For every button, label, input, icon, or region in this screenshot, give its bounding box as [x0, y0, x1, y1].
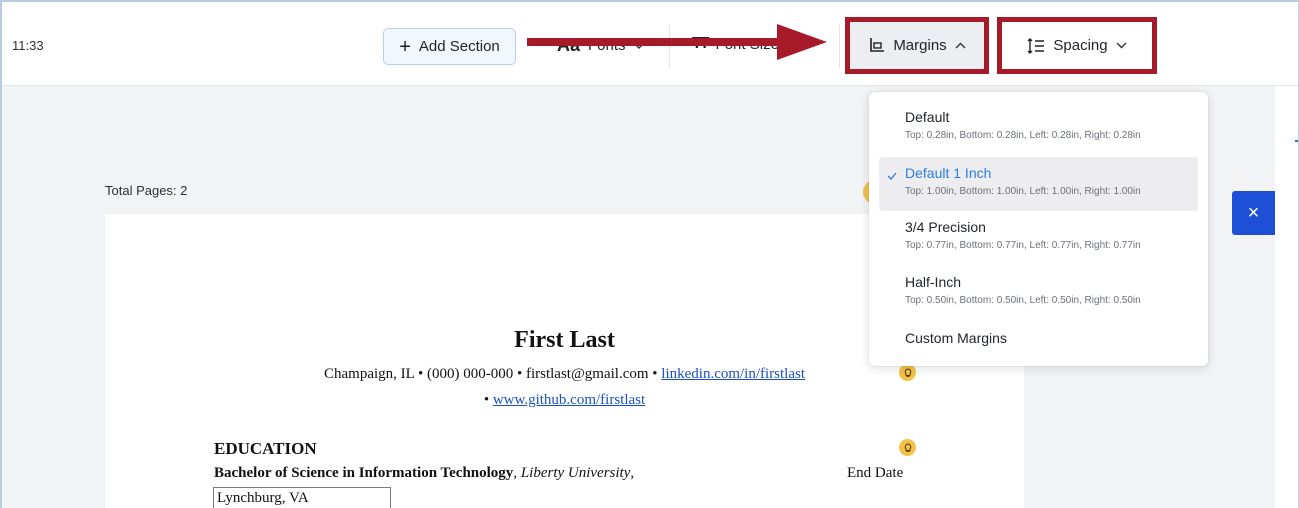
- option-title: Default 1 Inch: [905, 165, 992, 181]
- option-detail: Top: 0.50in, Bottom: 0.50in, Left: 0.50i…: [905, 295, 1141, 306]
- spacing-label: Spacing: [1053, 37, 1108, 54]
- option-detail: Top: 0.77in, Bottom: 0.77in, Left: 0.77i…: [905, 240, 1141, 251]
- lightbulb-icon[interactable]: [899, 364, 916, 381]
- add-section-button[interactable]: + Add Section: [383, 28, 516, 65]
- option-detail: Top: 0.28in, Bottom: 0.28in, Left: 0.28i…: [905, 130, 1141, 141]
- margins-icon: [870, 38, 885, 52]
- margins-label: Margins: [893, 37, 947, 54]
- margins-button[interactable]: Margins: [845, 17, 989, 74]
- university-separator: ,: [630, 465, 635, 481]
- linkedin-link[interactable]: linkedin.com/in/firstlast: [661, 366, 805, 382]
- annotation-arrow-icon: [527, 24, 827, 60]
- margin-option-custom[interactable]: Custom Margins: [879, 330, 1198, 354]
- option-detail: Top: 1.00in, Bottom: 1.00in, Left: 1.00i…: [905, 186, 1141, 197]
- close-icon: ×: [1247, 201, 1260, 224]
- margin-option-three-quarter[interactable]: 3/4 Precision Top: 0.77in, Bottom: 0.77i…: [879, 219, 1198, 263]
- university-name: Liberty University: [520, 465, 631, 481]
- location-field[interactable]: Lynchburg, VA: [213, 487, 391, 508]
- education-heading[interactable]: EDUCATION: [214, 439, 317, 459]
- margin-option-default[interactable]: Default Top: 0.28in, Bottom: 0.28in, Lef…: [879, 109, 1198, 153]
- option-title: Custom Margins: [905, 330, 1007, 346]
- option-title: Default: [905, 109, 950, 125]
- right-panel: [1275, 86, 1298, 508]
- plus-icon: +: [399, 35, 411, 58]
- app-window: 11:33 + Add Section Aa Fonts TT Font Siz…: [0, 0, 1299, 508]
- contact-text: Champaign, IL • (000) 000-000 • firstlas…: [323, 366, 662, 382]
- add-section-label: Add Section: [418, 38, 500, 55]
- line-spacing-icon: [1027, 37, 1045, 54]
- close-button[interactable]: ×: [1232, 191, 1275, 235]
- github-link[interactable]: www.github.com/firstlast: [493, 392, 645, 408]
- margin-option-half-inch[interactable]: Half-Inch Top: 0.50in, Bottom: 0.50in, L…: [879, 274, 1198, 318]
- margins-dropdown: Default Top: 0.28in, Bottom: 0.28in, Lef…: [869, 92, 1208, 366]
- spacing-button[interactable]: Spacing: [997, 17, 1157, 74]
- degree-title: Bachelor of Science in Information Techn…: [214, 465, 514, 481]
- contact-bullet: •: [483, 392, 493, 408]
- option-title: 3/4 Precision: [905, 219, 986, 235]
- checkmark-icon: [887, 172, 897, 180]
- panel-indicator: [1295, 140, 1298, 142]
- degree-line[interactable]: Bachelor of Science in Information Techn…: [214, 465, 634, 482]
- toolbar: 11:33 + Add Section Aa Fonts TT Font Siz…: [2, 2, 1298, 86]
- total-pages-label: Total Pages: 2: [105, 183, 188, 198]
- toolbar-divider: [839, 24, 840, 68]
- option-title: Half-Inch: [905, 274, 962, 290]
- end-date[interactable]: End Date: [847, 465, 903, 482]
- chevron-down-icon: [1116, 42, 1127, 49]
- degree-separator: ,: [513, 465, 521, 481]
- contact-line[interactable]: Champaign, IL • (000) 000-000 • firstlas…: [105, 366, 1024, 383]
- clock-time: 11:33: [12, 38, 44, 53]
- chevron-up-icon: [955, 42, 966, 49]
- lightbulb-icon[interactable]: [899, 439, 916, 456]
- contact-line-2[interactable]: • www.github.com/firstlast: [105, 392, 1024, 409]
- margin-option-default-1-inch[interactable]: Default 1 Inch Top: 1.00in, Bottom: 1.00…: [879, 157, 1198, 211]
